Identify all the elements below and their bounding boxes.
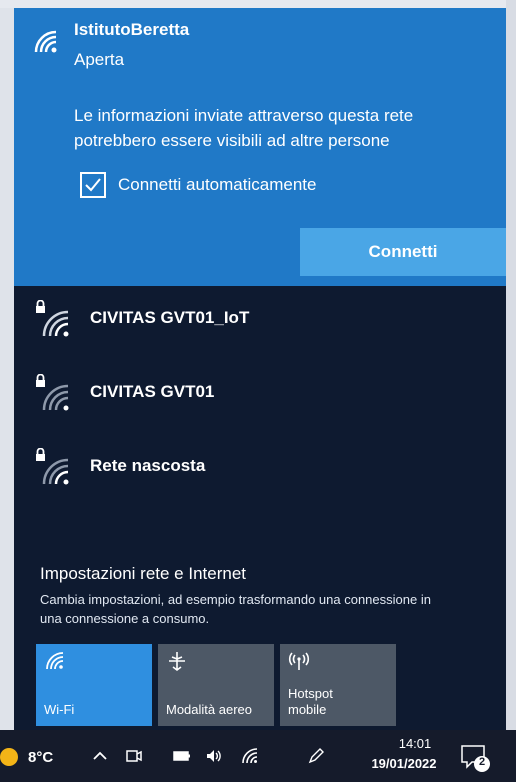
checkmark-icon (85, 178, 101, 192)
network-name: CIVITAS GVT01 (90, 382, 215, 401)
taskbar: 8°C 14:01 19/01/2022 2 (0, 730, 516, 782)
network-item[interactable]: CIVITAS GVT01 (14, 364, 506, 424)
pen-icon[interactable] (306, 746, 326, 766)
wifi-toggle[interactable]: Wi-Fi (36, 644, 152, 726)
wifi-icon[interactable] (240, 746, 260, 766)
clock-time[interactable]: 14:01 (370, 736, 460, 751)
auto-connect-checkbox[interactable] (80, 172, 106, 198)
selected-network-panel[interactable]: IstitutoBeretta Aperta Le informazioni i… (14, 8, 506, 286)
wifi-secured-icon (36, 448, 69, 485)
notification-count: 2 (478, 756, 486, 768)
weather-icon[interactable] (0, 748, 18, 766)
network-settings-link[interactable]: Impostazioni rete e Internet (40, 564, 246, 584)
screen-bezel-left (0, 0, 14, 782)
airplane-mode-label: Modalità aereo (166, 702, 252, 717)
screen-bezel-right (506, 0, 516, 782)
selected-network-name: IstitutoBeretta (74, 20, 190, 39)
selected-network-status: Aperta (74, 50, 125, 69)
airplane-mode-toggle[interactable]: Modalità aereo (158, 644, 274, 726)
security-warning: Le informazioni inviate attraverso quest… (74, 106, 414, 150)
quick-actions: Wi-Fi Modalità aereo Hotspot mobile (14, 636, 506, 730)
airplane-icon (169, 652, 185, 671)
notification-center-button[interactable]: 2 (458, 740, 492, 774)
auto-connect-label: Connetti automaticamente (118, 175, 317, 194)
network-item[interactable]: CIVITAS GVT01_IoT (14, 290, 506, 350)
network-list: CIVITAS GVT01_IoT CIVITAS GVT01 Rete nas… (14, 286, 506, 546)
network-settings-section: Impostazioni rete e Internet Cambia impo… (14, 546, 506, 636)
wifi-secured-icon (36, 300, 69, 337)
chevron-up-icon[interactable] (90, 746, 110, 766)
mobile-hotspot-label: Hotspot mobile (288, 686, 333, 717)
connect-button[interactable]: Connetti (300, 228, 506, 276)
wifi-open-icon (34, 30, 57, 53)
wifi-toggle-label: Wi-Fi (44, 702, 75, 717)
network-name: CIVITAS GVT01_IoT (90, 308, 250, 327)
wifi-icon (46, 652, 64, 670)
network-item[interactable]: Rete nascosta (14, 438, 506, 498)
network-settings-description: Cambia impostazioni, ad esempio trasform… (40, 592, 431, 626)
battery-icon[interactable] (172, 746, 192, 766)
volume-icon[interactable] (204, 746, 224, 766)
auto-connect-row[interactable]: Connetti automaticamente (80, 172, 316, 198)
wifi-secured-icon (36, 374, 69, 411)
temperature[interactable]: 8°C (28, 749, 53, 766)
hotspot-icon (288, 652, 310, 670)
meet-icon[interactable] (124, 746, 144, 766)
clock-date[interactable]: 19/01/2022 (354, 756, 454, 771)
mobile-hotspot-toggle[interactable]: Hotspot mobile (280, 644, 396, 726)
network-name: Rete nascosta (90, 456, 206, 475)
screen-bezel-top (0, 0, 516, 8)
